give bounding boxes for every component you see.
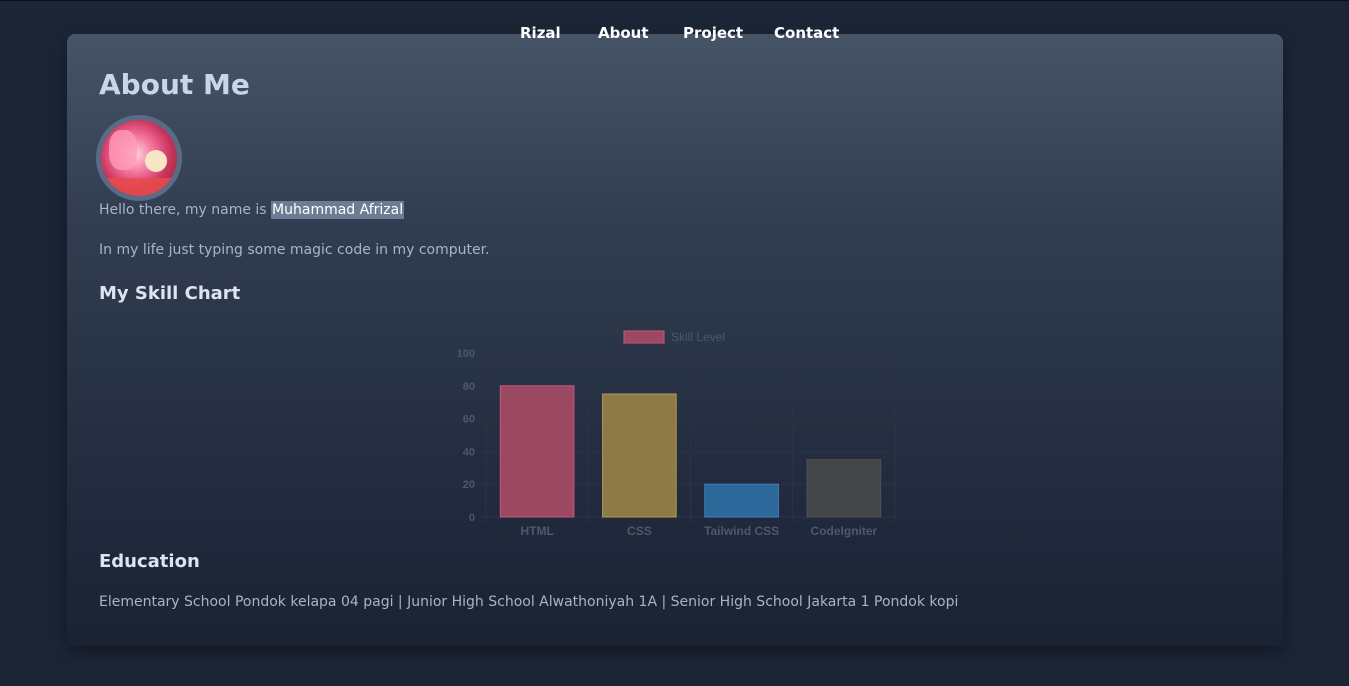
x-tick-label: CodeIgniter [811,524,878,538]
highlighted-name: Muhammad Afrizal [271,201,405,219]
y-tick-label: 100 [457,348,475,360]
bar-codeigniter [806,459,882,518]
life-text: In my life just typing some magic code i… [99,242,490,258]
nav-project-link[interactable]: Project [683,24,743,42]
x-tick-label: Tailwind CSS [704,524,779,538]
education-text: Elementary School Pondok kelapa 04 pagi … [99,594,959,610]
y-tick-label: 40 [463,446,475,458]
intro-text: Hello there, my name is Muhammad Afrizal [99,201,405,219]
avatar [101,120,177,196]
nav-brand-link[interactable]: Rizal [520,24,561,42]
nav-about-link[interactable]: About [598,24,649,42]
bar-html [499,385,575,518]
bar-tailwind-css [704,483,779,518]
skill-chart-heading: My Skill Chart [99,283,241,304]
intro-prefix: Hello there, my name is [99,202,272,218]
window-top-border [0,0,1349,1]
navbar: Rizal About Project Contact [0,24,1349,48]
legend-label: Skill Level [671,330,725,344]
y-tick-label: 0 [469,512,475,524]
education-heading: Education [99,551,200,572]
y-tick-label: 20 [463,479,475,491]
legend-swatch [623,330,665,344]
nav-contact-link[interactable]: Contact [774,24,839,42]
x-tick-label: CSS [627,524,652,538]
skill-chart: 0 20 40 60 80 100 HTML CSS Tailwind CSS CodeIgnit… [457,330,896,538]
page-title: About Me [99,68,250,101]
bar-css [602,393,677,518]
avatar-ring [96,115,182,201]
y-tick-label: 80 [463,381,475,393]
x-tick-label: HTML [520,524,553,538]
y-tick-label: 60 [463,414,475,426]
